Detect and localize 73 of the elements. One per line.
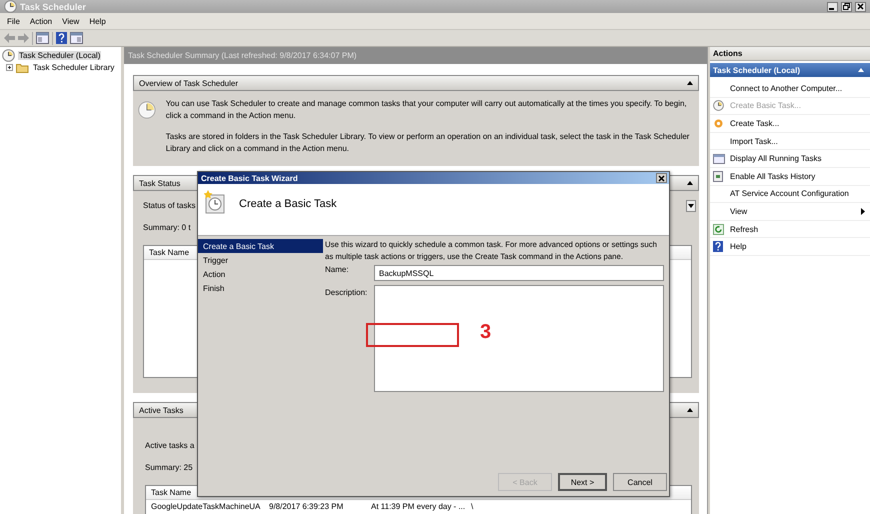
action-item[interactable]: Create Task... [730, 118, 870, 128]
dialog-title: Create Basic Task Wizard [201, 174, 298, 182]
action-item[interactable]: Display All Running Tasks [730, 154, 870, 164]
name-field[interactable]: BackupMSSQL [374, 265, 664, 281]
section-text: Summary: 0 t [143, 223, 191, 234]
dropdown-button[interactable] [686, 200, 696, 212]
section-title: Task Status [139, 178, 180, 188]
window-title: Task Scheduler [20, 2, 87, 12]
action-item[interactable]: Help [730, 242, 870, 252]
clock-icon [204, 190, 226, 214]
pane-title: Actions [710, 47, 870, 61]
overview-text: You can use Task Scheduler to create and manage common tasks that your computer will carry out automatically at the times you specify. To begin, click a command in the Action menu. [166, 98, 688, 122]
close-button[interactable] [656, 173, 667, 183]
help-icon[interactable] [56, 32, 67, 44]
minimize-button[interactable] [827, 2, 838, 12]
section-text: Active tasks a [145, 441, 194, 452]
window-icon [713, 154, 725, 164]
column-header[interactable]: Task Name [144, 248, 190, 257]
caret-icon[interactable] [688, 204, 694, 208]
next-button[interactable]: Next > [558, 473, 607, 491]
column-header[interactable]: Task Name [146, 488, 192, 497]
wizard-step[interactable]: Finish [198, 281, 323, 295]
app-icon [4, 0, 17, 13]
clock-icon [713, 100, 724, 112]
expand-toggle[interactable] [6, 64, 13, 70]
collapse-icon[interactable] [687, 81, 693, 85]
close-icon [658, 174, 665, 182]
close-icon [857, 3, 864, 10]
table-cell-text: \ [471, 502, 474, 511]
document-icon [713, 170, 723, 182]
section-text: Status of tasks [143, 201, 196, 212]
close-button[interactable] [855, 2, 866, 12]
cancel-button[interactable]: Cancel [613, 473, 667, 491]
table-cell-text: GoogleUpdateTaskMachineUA [151, 502, 262, 511]
action-item[interactable]: Refresh [730, 224, 870, 234]
summary-header: Task Scheduler Summary (Last refreshed: 9/8/2017 6:34:07 PM) [124, 47, 707, 64]
collapse-icon[interactable] [687, 181, 693, 185]
menu-item[interactable]: Help [84, 16, 111, 26]
section-text: Summary: 25 [145, 463, 193, 474]
overview-text: Tasks are stored in folders in the Task Scheduler Library. To view or perform an operation on an individual task, select the task in the Task Scheduler Library and click on a command in the Action menu. [166, 131, 690, 155]
action-item[interactable]: View [730, 206, 861, 216]
section-header[interactable]: Overview of Task Scheduler [133, 75, 699, 91]
menu-item[interactable]: View [57, 16, 84, 26]
action-item[interactable]: Enable All Tasks History [730, 172, 870, 181]
description-field[interactable] [374, 285, 664, 392]
step-number: 3 [480, 321, 492, 343]
pane-icon[interactable] [70, 32, 83, 44]
tree-item[interactable]: Task Scheduler (Local) [18, 50, 102, 60]
folder-icon [16, 62, 29, 72]
wizard-step[interactable]: Trigger [198, 253, 323, 267]
restore-button[interactable] [841, 2, 852, 12]
section-title: Overview of Task Scheduler [139, 78, 238, 88]
action-item[interactable]: AT Service Account Configuration [730, 189, 870, 198]
wizard-step[interactable]: Action [198, 267, 323, 281]
action-item[interactable]: Import Task... [730, 136, 870, 146]
pane-icon[interactable] [36, 32, 49, 44]
help-icon [713, 241, 723, 252]
menu-item[interactable]: Action [24, 16, 58, 26]
wizard-step[interactable]: Create a Basic Task [198, 239, 323, 253]
refresh-icon [713, 224, 724, 235]
group-header[interactable]: Task Scheduler (Local) [710, 63, 870, 77]
dialog-heading: Create a Basic Task [239, 198, 337, 210]
action-item[interactable]: Connect to Another Computer... [730, 84, 870, 93]
menu-item[interactable]: File [2, 16, 25, 26]
table-cell-text: At 11:39 PM every day - ... [371, 502, 466, 511]
group-title: Task Scheduler (Local) [713, 66, 800, 74]
field-label: Description: [325, 287, 368, 299]
collapse-icon[interactable] [687, 408, 693, 412]
tree-item[interactable]: Task Scheduler Library [32, 62, 116, 72]
table-cell-text: 9/8/2017 6:39:23 PM [269, 502, 344, 511]
restore-icon [843, 3, 850, 10]
field-label: Name: [325, 265, 350, 276]
section-title: Active Tasks [139, 406, 184, 414]
